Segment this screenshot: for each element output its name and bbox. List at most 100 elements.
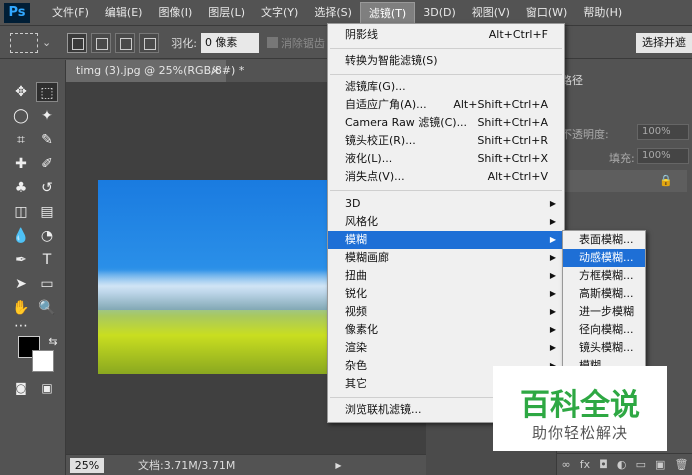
more-tools-icon[interactable]: ⋯ xyxy=(10,316,32,336)
submenu-item-blur-more[interactable]: 进一步模糊 xyxy=(563,303,645,321)
submenu-arrow-icon: ▶ xyxy=(549,289,556,298)
stamp-tool-icon[interactable]: ♣ xyxy=(10,178,32,198)
menu-3d[interactable]: 3D(D) xyxy=(415,2,464,24)
magic-wand-icon[interactable]: ✦ xyxy=(36,106,58,126)
fill-input[interactable]: 100% xyxy=(637,148,689,164)
delete-icon[interactable]: 🗑 xyxy=(674,458,688,471)
menu-item-camera-raw[interactable]: Camera Raw 滤镜(C)... Shift+Ctrl+A xyxy=(328,114,564,132)
antialias-label: 消除锯齿 xyxy=(280,36,325,50)
submenu-item-box-blur[interactable]: 方框模糊... xyxy=(563,267,645,285)
menu-layer[interactable]: 图层(L) xyxy=(200,2,253,24)
marquee-tool-icon[interactable]: ⬚ xyxy=(36,82,58,102)
menu-item-blur[interactable]: 模糊 ▶ xyxy=(328,231,564,249)
submenu-item-lens-blur[interactable]: 镜头模糊... xyxy=(563,339,645,357)
history-brush-icon[interactable]: ↺ xyxy=(36,178,58,198)
move-tool-icon[interactable]: ✥ xyxy=(10,82,32,102)
menu-type[interactable]: 文字(Y) xyxy=(253,2,306,24)
intersect-selection-button[interactable] xyxy=(139,32,160,53)
add-selection-button[interactable] xyxy=(91,32,112,53)
quick-mask-icon[interactable]: ◙ xyxy=(10,378,32,398)
menu-item-video[interactable]: 视频 ▶ xyxy=(328,303,564,321)
pen-tool-icon[interactable]: ✒ xyxy=(10,250,32,270)
submenu-arrow-icon: ▶ xyxy=(549,307,556,316)
menu-image[interactable]: 图像(I) xyxy=(150,2,200,24)
screen-mode-icon[interactable]: ▣ xyxy=(36,378,58,398)
submenu-arrow-icon: ▶ xyxy=(549,343,556,352)
menu-item-liquify[interactable]: 液化(L)... Shift+Ctrl+X xyxy=(328,150,564,168)
layers-footer: ∞ fx ◘ ◐ ▭ ▣ 🗑 xyxy=(557,453,692,475)
blur-submenu: 表面模糊... 动感模糊... 方框模糊... 高斯模糊... 进一步模糊 径向… xyxy=(562,230,646,370)
menu-item-pixelate[interactable]: 像素化 ▶ xyxy=(328,321,564,339)
select-and-mask-button[interactable]: 选择并遮 xyxy=(636,33,692,53)
menu-file[interactable]: 文件(F) xyxy=(44,2,97,24)
path-select-icon[interactable]: ➤ xyxy=(10,274,32,294)
marquee-preset-icon[interactable] xyxy=(10,32,38,53)
new-layer-icon[interactable]: ▣ xyxy=(655,458,665,471)
eyedropper-icon[interactable]: ✎ xyxy=(36,130,58,150)
menu-item-3d[interactable]: 3D ▶ xyxy=(328,195,564,213)
document-tab[interactable]: timg (3).jpg @ 25%(RGB/8#) * × xyxy=(66,60,244,82)
submenu-item-surface-blur[interactable]: 表面模糊... xyxy=(563,231,645,249)
fill-label: 填充: xyxy=(609,152,635,165)
menu-item-blur-gallery[interactable]: 模糊画廊 ▶ xyxy=(328,249,564,267)
rectangle-tool-icon[interactable]: ▭ xyxy=(36,274,58,294)
menu-select[interactable]: 选择(S) xyxy=(306,2,360,24)
healing-brush-icon[interactable]: ✚ xyxy=(10,154,32,174)
menu-separator xyxy=(330,48,562,49)
status-arrow-icon[interactable]: ▶ xyxy=(335,461,341,470)
menu-item-distort[interactable]: 扭曲 ▶ xyxy=(328,267,564,285)
eraser-tool-icon[interactable]: ◫ xyxy=(10,202,32,222)
mask-icon[interactable]: ◘ xyxy=(599,458,608,471)
submenu-item-motion-blur[interactable]: 动感模糊... xyxy=(563,249,645,267)
submenu-item-gaussian-blur[interactable]: 高斯模糊... xyxy=(563,285,645,303)
opacity-input[interactable]: 100% xyxy=(637,124,689,140)
menu-separator xyxy=(330,74,562,75)
watermark: 百科全说 助你轻松解决 xyxy=(493,366,667,451)
close-tab-icon[interactable]: × xyxy=(211,60,220,82)
lock-icon: 🔒 xyxy=(659,174,673,187)
link-layers-icon[interactable]: ∞ xyxy=(562,458,571,471)
brush-tool-icon[interactable]: ✐ xyxy=(36,154,58,174)
menu-item-sharpen[interactable]: 锐化 ▶ xyxy=(328,285,564,303)
layer-row[interactable]: 🔒 xyxy=(561,170,687,192)
submenu-arrow-icon: ▶ xyxy=(549,253,556,262)
menu-item-lens-correction[interactable]: 镜头校正(R)... Shift+Ctrl+R xyxy=(328,132,564,150)
menu-item-last-filter[interactable]: 阴影线 Alt+Ctrl+F xyxy=(328,26,564,44)
gradient-tool-icon[interactable]: ▤ xyxy=(36,202,58,222)
zoom-tool-icon[interactable]: 🔍 xyxy=(36,298,58,318)
feather-input[interactable]: 0 像素 xyxy=(200,32,259,53)
menu-item-render[interactable]: 渲染 ▶ xyxy=(328,339,564,357)
document-info: 文档:3.71M/3.71M xyxy=(138,459,236,472)
blur-tool-icon[interactable]: 💧 xyxy=(10,226,32,246)
hand-tool-icon[interactable]: ✋ xyxy=(10,298,32,318)
background-color-swatch[interactable] xyxy=(32,350,54,372)
submenu-arrow-icon: ▶ xyxy=(549,217,556,226)
swap-colors-icon[interactable]: ⇆ xyxy=(42,332,64,352)
menu-item-vanishing-point[interactable]: 消失点(V)... Alt+Ctrl+V xyxy=(328,168,564,186)
menu-edit[interactable]: 编辑(E) xyxy=(97,2,151,24)
chevron-down-icon[interactable]: ⌄ xyxy=(42,36,51,49)
document-image[interactable] xyxy=(98,180,328,374)
menu-help[interactable]: 帮助(H) xyxy=(575,2,630,24)
lasso-tool-icon[interactable]: ◯ xyxy=(10,106,32,126)
new-selection-button[interactable] xyxy=(67,32,88,53)
antialias-checkbox[interactable] xyxy=(266,37,278,48)
filter-menu: 阴影线 Alt+Ctrl+F 转换为智能滤镜(S) 滤镜库(G)... 自适应广角… xyxy=(327,23,565,423)
zoom-level[interactable]: 25% xyxy=(70,457,104,473)
fx-icon[interactable]: fx xyxy=(580,458,590,471)
subtract-selection-button[interactable] xyxy=(115,32,136,53)
crop-tool-icon[interactable]: ⌗ xyxy=(10,130,32,150)
menu-item-smart-filter[interactable]: 转换为智能滤镜(S) xyxy=(328,52,564,70)
menu-item-stylize[interactable]: 风格化 ▶ xyxy=(328,213,564,231)
menu-window[interactable]: 窗口(W) xyxy=(518,2,575,24)
menu-item-adaptive-wide[interactable]: 自适应广角(A)... Alt+Shift+Ctrl+A xyxy=(328,96,564,114)
submenu-arrow-icon: ▶ xyxy=(549,235,556,244)
menu-filter[interactable]: 滤镜(T) xyxy=(359,1,416,24)
menu-item-filter-gallery[interactable]: 滤镜库(G)... xyxy=(328,78,564,96)
submenu-item-radial-blur[interactable]: 径向模糊... xyxy=(563,321,645,339)
menu-view[interactable]: 视图(V) xyxy=(464,2,518,24)
group-icon[interactable]: ▭ xyxy=(636,458,646,471)
dodge-tool-icon[interactable]: ◔ xyxy=(36,226,58,246)
adjustment-icon[interactable]: ◐ xyxy=(617,458,627,471)
type-tool-icon[interactable]: T xyxy=(36,250,58,270)
